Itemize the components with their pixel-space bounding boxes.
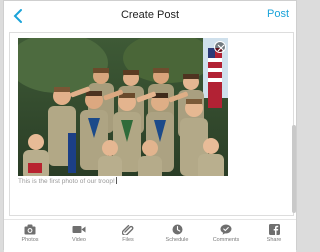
schedule-label: Schedule — [165, 237, 189, 243]
text-caret — [115, 177, 117, 184]
video-label: Video — [72, 237, 86, 243]
video-camera-icon — [72, 226, 86, 233]
comments-button[interactable]: Comments — [206, 224, 246, 243]
photos-label: Photos — [21, 237, 39, 243]
files-label: Files — [122, 237, 134, 243]
close-icon — [217, 44, 225, 52]
paperclip-icon — [122, 224, 134, 235]
create-post-dialog: Create Post Post This is the first photo… — [3, 0, 297, 252]
share-button[interactable]: Share — [254, 224, 294, 243]
top-bar: Create Post Post — [4, 1, 296, 31]
post-composer: This is the first photo of our troop! — [9, 32, 294, 216]
files-button[interactable]: Files — [108, 224, 148, 243]
camera-icon — [24, 224, 36, 235]
chat-bubble-icon — [220, 224, 232, 235]
page-title: Create Post — [120, 9, 180, 21]
video-button[interactable]: Video — [59, 224, 99, 243]
post-text-input[interactable]: This is the first photo of our troop! — [18, 177, 283, 185]
post-text: This is the first photo of our troop! — [18, 178, 115, 185]
post-button[interactable]: Post — [267, 8, 289, 20]
scrollbar[interactable] — [292, 125, 296, 213]
bottom-toolbar: Photos Video Files Schedule Comments Sha… — [4, 219, 296, 252]
schedule-button[interactable]: Schedule — [157, 224, 197, 243]
remove-photo-button[interactable] — [214, 41, 226, 53]
attached-photo — [18, 38, 228, 176]
facebook-icon — [268, 224, 280, 235]
photos-button[interactable]: Photos — [10, 224, 50, 243]
share-label: Share — [266, 237, 282, 243]
clock-icon — [172, 224, 182, 235]
comments-label: Comments — [212, 237, 240, 243]
